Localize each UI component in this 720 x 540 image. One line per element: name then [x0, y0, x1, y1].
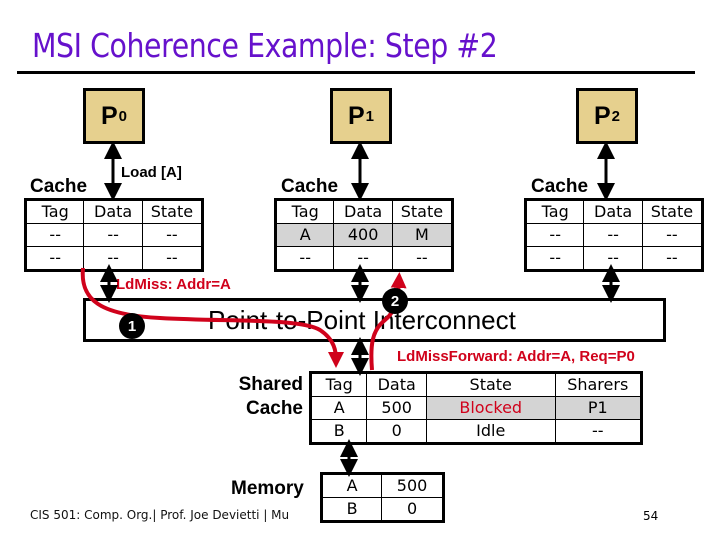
header-state: State — [391, 199, 454, 224]
cell-address: A — [320, 473, 383, 498]
processor-index: 1 — [365, 107, 375, 125]
cache-header-row: Tag Data State — [24, 199, 204, 224]
cell-address: B — [320, 497, 383, 522]
cell-tag: -- — [24, 246, 85, 271]
header-data: Data — [83, 199, 143, 224]
cache-table-p1: Tag Data State A 400 M -- -- -- — [274, 198, 454, 272]
slide-title: MSI Coherence Example: Step #2 — [32, 26, 498, 65]
cell-state: -- — [641, 223, 704, 247]
cell-data: -- — [83, 246, 143, 271]
interconnect-label: Point-to-Point Interconnect — [208, 305, 516, 335]
header-tag: Tag — [24, 199, 85, 224]
cache-row: -- -- -- — [524, 223, 704, 247]
cell-state: M — [391, 223, 454, 247]
cache-header-row: Tag Data State — [524, 199, 704, 224]
cell-data: -- — [583, 246, 643, 271]
cell-data: -- — [83, 223, 143, 247]
step-badge-2: 2 — [382, 288, 408, 314]
cell-data: -- — [583, 223, 643, 247]
cell-tag: B — [309, 419, 368, 444]
cell-state: -- — [391, 246, 454, 271]
header-state: State — [425, 372, 556, 397]
load-request-label: Load [A] — [121, 164, 182, 181]
title-divider — [17, 71, 695, 74]
cell-tag: -- — [524, 246, 585, 271]
cell-state: -- — [641, 246, 704, 271]
cache-row: A 400 M — [274, 223, 454, 247]
header-data: Data — [333, 199, 393, 224]
processor-index: 2 — [611, 107, 621, 125]
cell-sharers: -- — [554, 419, 642, 444]
cache-label-p2: Cache — [531, 176, 589, 197]
header-data: Data — [583, 199, 643, 224]
cache-row: -- -- -- — [524, 246, 704, 271]
cell-value: 0 — [381, 497, 444, 522]
processor-p2: P2 — [576, 88, 638, 144]
cache-row: -- -- -- — [24, 246, 204, 271]
memory-label: Memory — [231, 478, 304, 499]
cell-data: 400 — [333, 223, 393, 247]
cell-sharers: P1 — [554, 396, 642, 420]
cache-row: -- -- -- — [24, 223, 204, 247]
header-data: Data — [366, 372, 427, 397]
message-label-ldmiss: LdMiss: Addr=A — [116, 276, 231, 293]
header-sharers: Sharers — [554, 372, 642, 397]
cell-tag: -- — [524, 223, 585, 247]
cell-tag: -- — [24, 223, 85, 247]
memory-row: B 0 — [320, 497, 444, 522]
cache-table-p2: Tag Data State -- -- -- -- -- -- — [524, 198, 704, 272]
memory-row: A 500 — [320, 473, 444, 498]
shared-cache-label-line2: Cache — [245, 398, 303, 419]
header-tag: Tag — [309, 372, 368, 397]
cell-state: -- — [141, 246, 204, 271]
cache-label-p1: Cache — [281, 176, 339, 197]
cache-row: -- -- -- — [274, 246, 454, 271]
step-badge-1: 1 — [119, 313, 145, 339]
processor-p0: P0 — [83, 88, 145, 144]
slide-footer: CIS 501: Comp. Org.| Prof. Joe Devietti … — [30, 508, 290, 522]
cell-state: Idle — [425, 419, 556, 444]
cache-table-p0: Tag Data State -- -- -- -- -- -- — [24, 198, 204, 272]
cell-data: -- — [333, 246, 393, 271]
cell-state-blocked: Blocked — [425, 396, 556, 420]
shared-cache-table: Tag Data State Sharers A 500 Blocked P1 … — [309, 371, 643, 445]
processor-name: P — [347, 101, 365, 130]
cell-data: 500 — [366, 396, 427, 420]
cache-label-p0: Cache — [30, 176, 88, 197]
message-label-ldmissforward: LdMissForward: Addr=A, Req=P0 — [397, 348, 635, 365]
page-number: 54 — [643, 509, 659, 523]
header-state: State — [641, 199, 704, 224]
processor-p1: P1 — [330, 88, 392, 144]
cell-tag: -- — [274, 246, 335, 271]
shared-cache-header-row: Tag Data State Sharers — [309, 372, 642, 397]
header-tag: Tag — [274, 199, 335, 224]
shared-cache-row: B 0 Idle -- — [309, 419, 642, 444]
processor-index: 0 — [118, 107, 128, 125]
header-state: State — [141, 199, 204, 224]
cell-data: 0 — [366, 419, 427, 444]
cell-value: 500 — [381, 473, 444, 498]
cache-header-row: Tag Data State — [274, 199, 454, 224]
cell-state: -- — [141, 223, 204, 247]
header-tag: Tag — [524, 199, 585, 224]
processor-name: P — [100, 101, 118, 130]
cell-tag: A — [309, 396, 368, 420]
cell-tag: A — [274, 223, 335, 247]
processor-name: P — [593, 101, 611, 130]
memory-table: A 500 B 0 — [320, 472, 445, 523]
shared-cache-label-line1: Shared — [238, 374, 303, 395]
shared-cache-row: A 500 Blocked P1 — [309, 396, 642, 420]
